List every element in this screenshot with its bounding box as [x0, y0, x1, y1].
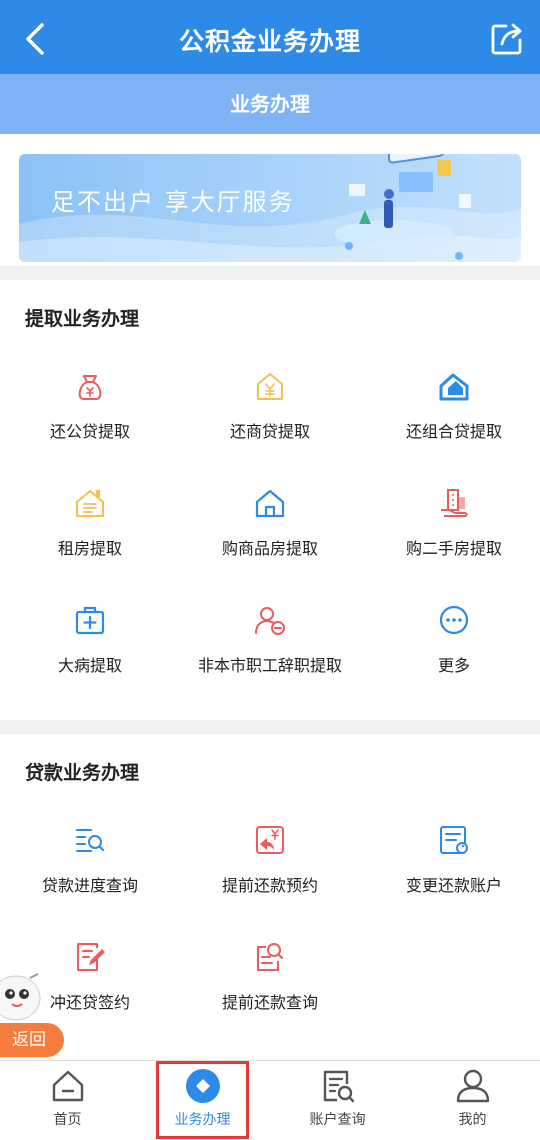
return-yen-icon	[256, 826, 284, 854]
service-item[interactable]: 非本市职工辞职提取	[180, 602, 360, 702]
user-minus-icon	[255, 607, 285, 635]
card-refresh-icon	[440, 826, 468, 854]
floating-back-button[interactable]: 返回	[0, 1023, 64, 1057]
service-item[interactable]: 还商贷提取	[180, 368, 360, 468]
banner-slogan: 足不出户 享大厅服务	[51, 188, 295, 216]
tab-label: 账户查询	[309, 1112, 366, 1128]
house-yen-icon	[257, 373, 283, 400]
bottom-tab-bar: 首页 业务办理 账户查询 我的	[0, 1060, 540, 1140]
service-item[interactable]: 购二手房提取	[364, 485, 540, 585]
combo-house-icon	[439, 373, 469, 401]
service-label: 更多	[437, 656, 470, 675]
service-label: 大病提取	[57, 656, 122, 675]
service-label: 租房提取	[57, 539, 122, 558]
service-item[interactable]: 购商品房提取	[180, 485, 360, 585]
withdraw-section: 提取业务办理 还公贷提取 还商贷提取 还组合贷提取 租房提取 购商品房提取 购二…	[0, 280, 540, 720]
tab-home[interactable]: 首页	[0, 1061, 135, 1140]
service-label: 还公贷提取	[49, 422, 130, 441]
service-item[interactable]: 提前还款预约	[180, 822, 360, 922]
service-item[interactable]: 贷款进度查询	[0, 822, 180, 922]
home-icon	[255, 489, 285, 518]
service-label: 提前还款查询	[221, 993, 318, 1012]
loan-section: 贷款业务办理 贷款进度查询 提前还款预约 变更还款账户 冲还贷签约 提前还款查询	[0, 734, 540, 1060]
moneybag-icon	[78, 375, 102, 400]
doc-search-icon	[257, 943, 284, 971]
service-label: 购二手房提取	[405, 539, 502, 558]
tab-label: 我的	[458, 1112, 487, 1128]
service-label: 贷款进度查询	[41, 876, 138, 895]
business-diamond-icon	[185, 1069, 220, 1103]
tab-label: 首页	[53, 1112, 82, 1128]
service-label: 还商贷提取	[229, 422, 310, 441]
service-item[interactable]: 更多	[364, 602, 540, 702]
service-item[interactable]: 大病提取	[0, 602, 180, 702]
service-label: 还组合贷提取	[405, 422, 502, 441]
tab-profile[interactable]: 我的	[405, 1061, 540, 1140]
service-label: 购商品房提取	[221, 539, 318, 558]
service-item[interactable]: 还组合贷提取	[364, 368, 540, 468]
service-item[interactable]: 变更还款账户	[364, 822, 540, 922]
banner-container: 足不出户 享大厅服务	[0, 134, 540, 266]
service-item[interactable]: 还公贷提取	[0, 368, 180, 468]
medical-kit-icon	[75, 606, 105, 635]
service-label: 变更还款账户	[405, 876, 502, 895]
service-label: 非本市职工辞职提取	[197, 656, 342, 675]
service-label: 提前还款预约	[221, 876, 318, 895]
section-header: 业务办理	[0, 74, 540, 134]
list-search-icon	[76, 829, 105, 852]
profile-icon	[456, 1069, 489, 1103]
rent-house-icon	[76, 490, 104, 517]
tab-label: 业务办理	[174, 1112, 231, 1128]
more-icon	[439, 605, 469, 635]
tab-business[interactable]: 业务办理	[135, 1061, 270, 1140]
loan-section-title: 贷款业务办理	[25, 762, 140, 784]
service-item[interactable]: 租房提取	[0, 485, 180, 585]
building-hand-icon	[441, 489, 468, 517]
banner[interactable]: 足不出户 享大厅服务	[19, 154, 521, 262]
home-tab-icon	[52, 1070, 83, 1102]
page-title: 公积金业务办理	[178, 27, 361, 56]
sign-edit-icon	[77, 943, 105, 971]
tab-account-query[interactable]: 账户查询	[270, 1061, 405, 1140]
top-app-bar: 公积金业务办理	[0, 0, 540, 74]
share-icon[interactable]	[490, 22, 524, 56]
account-search-icon	[323, 1070, 354, 1103]
withdraw-section-title: 提取业务办理	[25, 308, 140, 330]
assistant-robot-icon[interactable]	[0, 972, 44, 1028]
service-item[interactable]: 提前还款查询	[180, 939, 360, 1039]
